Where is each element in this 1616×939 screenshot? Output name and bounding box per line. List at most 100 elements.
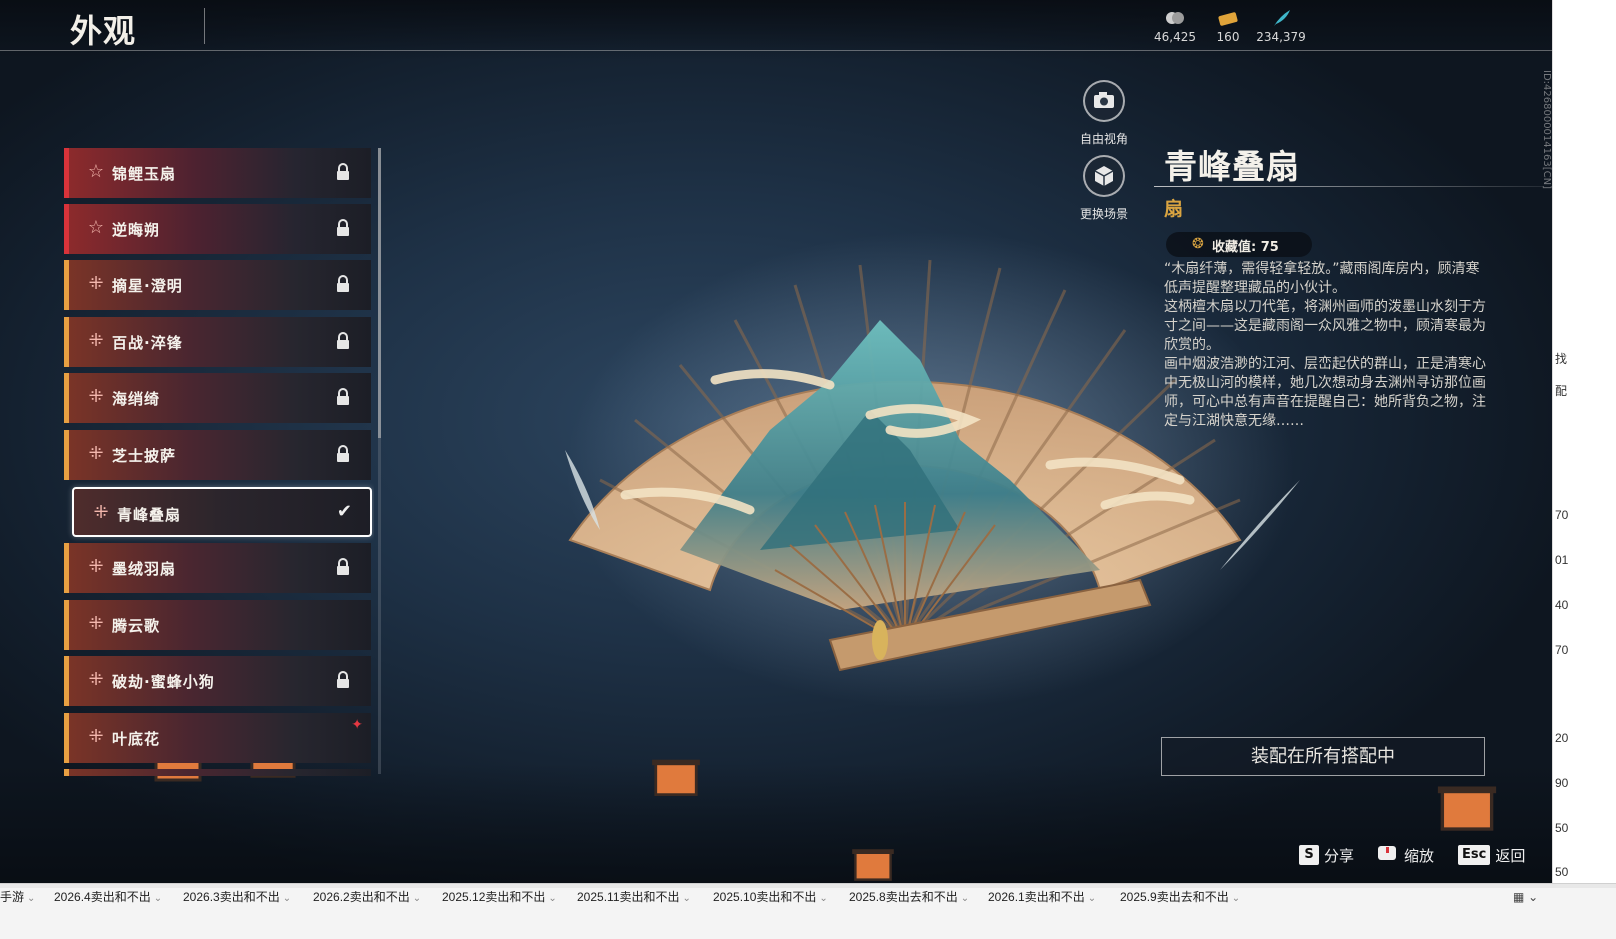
list-item[interactable]: ⁜ 百战·淬锋	[64, 317, 371, 367]
lock-icon	[337, 163, 349, 180]
item-name: 青峰叠扇	[1164, 147, 1300, 186]
sheet-tab-strip: 手游 ⌄ 2026.4卖出和不出 ⌄ 2026.3卖出和不出 ⌄ 2026.2卖出和不…	[0, 883, 1616, 939]
star-icon: ☆	[87, 161, 105, 182]
chevron-down-icon: ⌄	[282, 893, 292, 904]
list-item-label: 叶底花	[112, 730, 161, 748]
sheet-tab-label: 2025.9卖出去和不出	[1120, 890, 1229, 904]
list-item[interactable]: ☆ 逆晦朔	[64, 204, 371, 254]
page-title: 外观	[70, 12, 137, 50]
sheet-tab[interactable]: 手游 ⌄	[0, 888, 35, 908]
camera-icon	[1083, 80, 1125, 122]
list-item-label: 摘星·澄明	[112, 277, 183, 295]
top-bar: 外观 46,425 160 234,379	[0, 0, 1552, 52]
coin-icon	[1166, 12, 1184, 24]
sheet-tab[interactable]: 2026.1卖出和不出 ⌄	[988, 888, 1096, 908]
sheet-tab-label: 手游	[0, 890, 25, 904]
free-camera-label: 自由视角	[1079, 132, 1128, 146]
currency-feather-value: 234,379	[1256, 30, 1306, 44]
sheet-tab-label: 2026.2卖出和不出	[313, 890, 410, 904]
header-divider	[0, 50, 1552, 51]
currency-coin-value: 46,425	[1154, 30, 1196, 44]
sheet-tab[interactable]: 2026.2卖出和不出 ⌄	[313, 888, 421, 908]
chevron-down-icon: ⌄	[548, 893, 557, 904]
sheet-tab[interactable]: 2026.3卖出和不出 ⌄	[183, 888, 291, 908]
currency-ticket-value: 160	[1216, 30, 1240, 44]
chevron-down-icon: ⌄	[682, 893, 691, 904]
list-item-label: 芝士披萨	[112, 447, 177, 465]
back-hint[interactable]: Esc 返回	[1458, 845, 1525, 865]
scrollbar-thumb[interactable]	[378, 148, 381, 438]
sheet-cell: 70	[1555, 643, 1569, 657]
share-hint[interactable]: S 分享	[1299, 845, 1354, 865]
bow-icon: ⁜	[88, 330, 104, 351]
chevron-down-icon: ⌄	[1231, 893, 1241, 904]
bow-icon: ⁜	[88, 669, 104, 690]
item-name-divider	[1154, 186, 1544, 187]
sheet-cell: 配	[1555, 384, 1568, 398]
bow-icon: ⁜	[93, 502, 109, 523]
sheet-cell: 70	[1555, 508, 1569, 522]
collection-icon: ❂	[1192, 236, 1204, 252]
change-scene-label: 更换场景	[1079, 207, 1128, 221]
title-divider	[204, 8, 205, 44]
key-s: S	[1299, 845, 1319, 865]
list-item[interactable]: ⁜ 芝士披萨	[64, 430, 371, 480]
lock-icon	[337, 388, 349, 405]
back-label: 返回	[1495, 847, 1526, 865]
list-item-label: 海绡绮	[112, 390, 161, 408]
list-item-selected[interactable]: ⁜ 青峰叠扇 ✔	[72, 487, 372, 537]
sheet-tab-label: 2025.8卖出去和不出	[849, 890, 958, 904]
description-paragraph: 画中烟波浩渺的江河、层峦起伏的群山，正是清寒心中无极山河的模样，她几次想动身去渊…	[1164, 356, 1486, 429]
change-scene-button[interactable]: 更换场景	[1069, 155, 1139, 222]
sheet-cell: 40	[1555, 598, 1569, 612]
chevron-down-icon: ⌄	[960, 893, 970, 904]
chevron-down-icon: ⌄	[1087, 893, 1097, 904]
sheet-tab[interactable]: 2025.8卖出去和不出 ⌄	[849, 888, 969, 908]
equip-all-button[interactable]: 装配在所有搭配中	[1161, 737, 1485, 776]
free-camera-button[interactable]: 自由视角	[1069, 80, 1139, 147]
sheet-tab[interactable]: 2026.4卖出和不出 ⌄	[54, 888, 162, 908]
sheet-tab-label: 2025.12卖出和不出	[442, 890, 546, 904]
check-icon: ✔	[336, 501, 352, 522]
sheet-cell: 50	[1555, 865, 1569, 879]
list-scrollbar[interactable]	[378, 148, 381, 774]
bow-icon: ⁜	[88, 556, 104, 577]
zoom-hint[interactable]: 缩放	[1376, 845, 1434, 865]
list-item[interactable]	[64, 769, 371, 776]
sheet-tab[interactable]: 2025.10卖出和不出 ⌄	[713, 888, 828, 908]
list-item-label: 锦鲤玉扇	[112, 165, 177, 183]
grid-icon[interactable]: ▦ ⌄	[1513, 890, 1538, 904]
list-item[interactable]: ⁜ 叶底花 ✦	[64, 713, 371, 763]
lock-icon	[337, 219, 349, 236]
sheet-tab-label: 2026.1卖出和不出	[988, 890, 1085, 904]
sheet-tab-label: 2025.10卖出和不出	[713, 890, 817, 904]
sheet-tab[interactable]: 2025.11卖出和不出 ⌄	[577, 888, 691, 908]
sheet-tab-label: 2026.3卖出和不出	[183, 890, 280, 904]
chevron-down-icon: ⌄	[27, 893, 36, 904]
currency-coin: 46,425	[1145, 8, 1205, 44]
sheet-tab[interactable]: 2025.9卖出去和不出 ⌄	[1120, 888, 1240, 908]
list-item[interactable]: ⁜ 海绡绮	[64, 373, 371, 423]
bow-icon: ⁜	[88, 386, 104, 407]
sheet-cell: 50	[1555, 821, 1569, 835]
feather-icon	[1274, 10, 1290, 26]
sheet-cell: 20	[1555, 731, 1569, 745]
list-item[interactable]: ⁜ 墨绒羽扇	[64, 543, 371, 593]
chevron-down-icon: ⌄	[819, 893, 828, 904]
item-type: 扇	[1164, 198, 1184, 220]
list-item[interactable]: ☆ 锦鲤玉扇	[64, 148, 371, 198]
list-item[interactable]: ⁜ 腾云歌	[64, 600, 371, 650]
lantern-decoration	[652, 759, 700, 797]
list-item-label: 青峰叠扇	[117, 506, 182, 524]
collection-value-badge: ❂ 收藏值: 75	[1166, 232, 1312, 257]
list-item-label: 百战·淬锋	[112, 334, 183, 352]
mouse-icon	[1378, 846, 1396, 860]
list-item[interactable]: ⁜ 破劫·蜜蜂小狗	[64, 656, 371, 706]
description-paragraph: 这柄檀木扇以刀代笔，将渊州画师的泼墨山水刻于方寸之间——这是藏雨阁一众风雅之物中…	[1164, 299, 1486, 353]
list-item[interactable]: ⁜ 摘星·澄明	[64, 260, 371, 310]
lock-icon	[337, 275, 349, 292]
list-item-label: 墨绒羽扇	[112, 560, 177, 578]
lantern-decoration	[852, 849, 894, 881]
background-spreadsheet: 找 配 70 01 40 70 20 90 50 50	[1552, 0, 1616, 883]
sheet-tab[interactable]: 2025.12卖出和不出 ⌄	[442, 888, 557, 908]
